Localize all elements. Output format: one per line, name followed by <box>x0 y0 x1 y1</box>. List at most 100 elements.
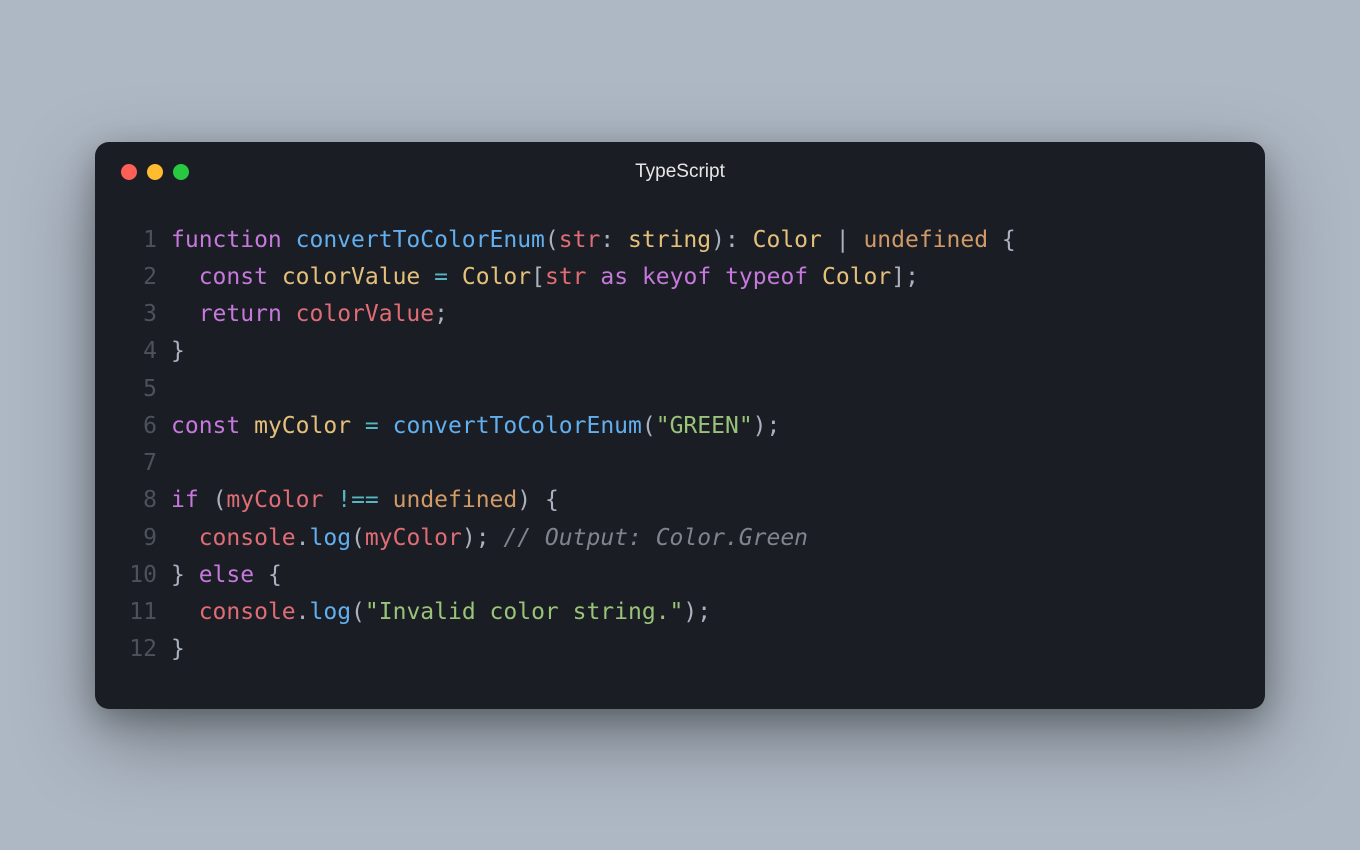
token: ( <box>351 525 365 551</box>
code-line[interactable]: 4} <box>125 333 1235 370</box>
token: myColor <box>254 413 351 439</box>
token: Color <box>753 227 822 253</box>
code-line[interactable]: 1function convertToColorEnum(str: string… <box>125 222 1235 259</box>
token: : <box>600 227 628 253</box>
code-content[interactable]: } <box>171 631 185 668</box>
token: ); <box>462 525 504 551</box>
token: ( <box>642 413 656 439</box>
code-line[interactable]: 3 return colorValue; <box>125 296 1235 333</box>
token: myColor <box>226 487 323 513</box>
token: } <box>171 338 185 364</box>
token: undefined <box>393 487 518 513</box>
traffic-lights <box>121 164 189 180</box>
code-content[interactable]: console.log(myColor); // Output: Color.G… <box>171 520 808 557</box>
line-number: 8 <box>125 482 171 519</box>
token: "Invalid color string." <box>365 599 684 625</box>
token: ); <box>753 413 781 439</box>
titlebar: TypeScript <box>95 142 1265 202</box>
code-content[interactable]: return colorValue; <box>171 296 448 333</box>
window-title: TypeScript <box>95 161 1265 183</box>
token <box>240 413 254 439</box>
token: Color <box>822 264 891 290</box>
code-line[interactable]: 8if (myColor !== undefined) { <box>125 482 1235 519</box>
token: { <box>254 562 282 588</box>
token: typeof <box>725 264 808 290</box>
token: ; <box>434 301 448 327</box>
token: str <box>545 264 587 290</box>
code-content[interactable]: function convertToColorEnum(str: string)… <box>171 222 1016 259</box>
token: = <box>365 413 379 439</box>
token <box>587 264 601 290</box>
token <box>711 264 725 290</box>
token <box>628 264 642 290</box>
line-number: 10 <box>125 557 171 594</box>
line-number: 1 <box>125 222 171 259</box>
token: . <box>296 599 310 625</box>
token: ]; <box>891 264 919 290</box>
code-content[interactable]: } else { <box>171 557 282 594</box>
line-number: 2 <box>125 259 171 296</box>
token: console <box>199 525 296 551</box>
token <box>379 487 393 513</box>
token: convertToColorEnum <box>393 413 642 439</box>
token: const <box>199 264 268 290</box>
code-line[interactable]: 11 console.log("Invalid color string."); <box>125 594 1235 631</box>
token <box>808 264 822 290</box>
token: convertToColorEnum <box>296 227 545 253</box>
token: return <box>199 301 282 327</box>
code-line[interactable]: 7 <box>125 445 1235 482</box>
code-content[interactable]: if (myColor !== undefined) { <box>171 482 559 519</box>
token: "GREEN" <box>656 413 753 439</box>
code-line[interactable]: 6const myColor = convertToColorEnum("GRE… <box>125 408 1235 445</box>
token: log <box>310 599 352 625</box>
token: colorValue <box>296 301 434 327</box>
token <box>351 413 365 439</box>
line-number: 5 <box>125 371 171 408</box>
code-line[interactable]: 10} else { <box>125 557 1235 594</box>
line-number: 7 <box>125 445 171 482</box>
token: str <box>559 227 601 253</box>
line-number: 3 <box>125 296 171 333</box>
code-line[interactable]: 2 const colorValue = Color[str as keyof … <box>125 259 1235 296</box>
token <box>171 525 199 551</box>
token: { <box>988 227 1016 253</box>
close-icon[interactable] <box>121 164 137 180</box>
code-line[interactable]: 12} <box>125 631 1235 668</box>
minimize-icon[interactable] <box>147 164 163 180</box>
token: . <box>296 525 310 551</box>
token: string <box>628 227 711 253</box>
token: ( <box>213 487 227 513</box>
token: console <box>199 599 296 625</box>
line-number: 9 <box>125 520 171 557</box>
code-content[interactable]: const myColor = convertToColorEnum("GREE… <box>171 408 780 445</box>
token: const <box>171 413 240 439</box>
token <box>268 264 282 290</box>
token <box>379 413 393 439</box>
token: colorValue <box>282 264 420 290</box>
code-content[interactable]: } <box>171 333 185 370</box>
token: log <box>310 525 352 551</box>
token <box>282 301 296 327</box>
token: else <box>199 562 254 588</box>
code-content[interactable]: console.log("Invalid color string."); <box>171 594 711 631</box>
token: if <box>171 487 199 513</box>
token: ) { <box>517 487 559 513</box>
line-number: 12 <box>125 631 171 668</box>
token: function <box>171 227 282 253</box>
token: as <box>600 264 628 290</box>
token: undefined <box>863 227 988 253</box>
token: | <box>822 227 864 253</box>
token <box>448 264 462 290</box>
maximize-icon[interactable] <box>173 164 189 180</box>
line-number: 4 <box>125 333 171 370</box>
code-line[interactable]: 9 console.log(myColor); // Output: Color… <box>125 520 1235 557</box>
token: // Output: Color.Green <box>503 525 808 551</box>
code-editor[interactable]: 1function convertToColorEnum(str: string… <box>95 202 1265 679</box>
code-line[interactable]: 5 <box>125 371 1235 408</box>
token: = <box>434 264 448 290</box>
token <box>420 264 434 290</box>
token <box>171 599 199 625</box>
token: myColor <box>365 525 462 551</box>
token: Color <box>462 264 531 290</box>
code-content[interactable]: const colorValue = Color[str as keyof ty… <box>171 259 919 296</box>
